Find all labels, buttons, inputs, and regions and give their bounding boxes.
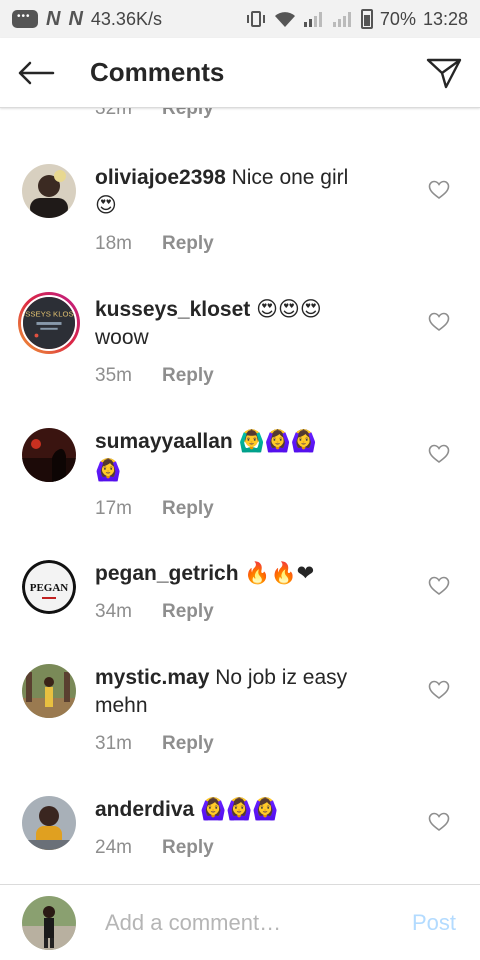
like-heart-icon[interactable]	[428, 444, 450, 464]
reply-button[interactable]: Reply	[162, 108, 214, 120]
gesturing-ok-emoji: 🙆‍♀️🙆‍♀️🙆‍♀️	[200, 798, 279, 822]
reply-button[interactable]: Reply	[162, 495, 214, 523]
comment-body: anderdiva 🙆‍♀️🙆‍♀️🙆‍♀️ 24m Reply	[95, 796, 405, 862]
reply-button[interactable]: Reply	[162, 834, 214, 862]
svg-text:PEGAN: PEGAN	[30, 582, 69, 594]
reply-button[interactable]: Reply	[162, 362, 214, 390]
fire-emoji: 🔥🔥❤	[244, 562, 315, 586]
like-heart-icon[interactable]	[428, 812, 450, 832]
signal-icon	[332, 10, 354, 28]
share-button[interactable]	[422, 51, 466, 95]
comment-body: oliviajoe2398 Nice one girl 😍 18m Reply	[95, 164, 405, 258]
reply-button[interactable]: Reply	[162, 230, 214, 258]
comment-time: 18m	[95, 233, 132, 255]
like-heart-icon[interactable]	[428, 180, 450, 200]
reply-button[interactable]: Reply	[162, 598, 214, 626]
comment-time: 17m	[95, 497, 132, 519]
comment-text: woow	[95, 326, 149, 350]
avatar[interactable]: KUSSEYS KLOSET	[18, 292, 80, 354]
comment-text: Nice one girl	[231, 166, 349, 189]
comment-username[interactable]: pegan_getrich	[95, 562, 239, 585]
avatar	[22, 896, 76, 950]
heart-eyes-emoji: 😍	[95, 194, 117, 218]
comment-body: mystic.may No job iz easy mehn 31m Reply	[95, 664, 405, 758]
page-title: Comments	[90, 57, 225, 87]
comment-username[interactable]: kusseys_kloset	[95, 298, 250, 321]
heart-eyes-emoji: 😍😍😍	[256, 298, 322, 322]
comment-meta: 32m Reply	[95, 108, 214, 120]
back-button[interactable]	[0, 38, 72, 108]
gesturing-ok-emoji: 🙆‍♀️	[95, 458, 122, 482]
comment-username[interactable]: sumayyaallan	[95, 430, 233, 453]
comment-time: 34m	[95, 601, 132, 623]
avatar[interactable]	[22, 164, 76, 218]
network-n-icon: N	[46, 7, 61, 30]
signal-icon	[303, 10, 325, 28]
comment-input[interactable]	[105, 905, 385, 941]
comment-username[interactable]: mystic.may	[95, 666, 209, 689]
network-speed: 43.36K/s	[90, 8, 162, 29]
post-button[interactable]: Post	[412, 910, 456, 936]
vibrate-icon	[245, 10, 267, 28]
comment-username[interactable]: anderdiva	[95, 798, 194, 821]
avatar[interactable]	[22, 428, 76, 482]
wifi-icon	[274, 10, 296, 28]
svg-text:KUSSEYS KLOSET: KUSSEYS KLOSET	[23, 309, 75, 318]
comment-text: mehn	[95, 694, 148, 717]
like-heart-icon[interactable]	[428, 680, 450, 700]
back-arrow-icon	[18, 61, 55, 84]
comment-list[interactable]: 32m Reply oliviajoe2398 Nice one girl 😍 …	[0, 108, 480, 884]
battery-percent: 70%	[379, 8, 416, 29]
like-heart-icon[interactable]	[428, 576, 450, 596]
send-icon	[426, 58, 462, 89]
comment-time: 24m	[95, 837, 132, 859]
comment-username[interactable]: oliviajoe2398	[95, 166, 226, 189]
network-n-icon: N	[68, 7, 83, 30]
avatar[interactable]	[22, 796, 76, 850]
comment-body: kusseys_kloset 😍😍😍 woow 35m Reply	[95, 296, 405, 390]
comment-composer: Post	[0, 884, 480, 960]
battery-icon	[360, 9, 373, 29]
comment-time: 31m	[95, 733, 132, 754]
status-bar: N N 43.36K/s 70% 13:28	[0, 0, 480, 38]
gesturing-ok-emoji: 🙆‍♂️🙆‍♀️🙆‍♀️	[238, 430, 318, 454]
comment-time: 35m	[95, 365, 132, 387]
comment-text: No job iz easy	[215, 666, 348, 689]
comment-time: 32m	[95, 108, 132, 119]
comment-body: pegan_getrich 🔥🔥❤ 34m Reply	[95, 560, 405, 626]
reply-button[interactable]: Reply	[162, 730, 214, 758]
header: Comments	[0, 38, 480, 108]
comment-body: sumayyaallan 🙆‍♂️🙆‍♀️🙆‍♀️ 🙆‍♀️ 17m Reply	[95, 428, 405, 523]
like-heart-icon[interactable]	[428, 312, 450, 332]
messages-notification-icon	[12, 10, 38, 28]
clock: 13:28	[422, 8, 468, 29]
avatar[interactable]: PEGAN	[22, 560, 76, 614]
avatar[interactable]	[22, 664, 76, 718]
